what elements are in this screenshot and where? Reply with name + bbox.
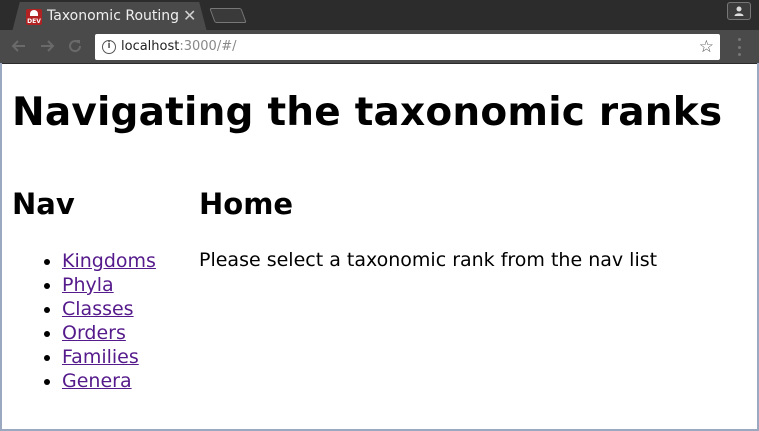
address-bar[interactable]: i localhost:3000/#/ ☆ [95,34,720,60]
profile-icon[interactable] [727,2,751,20]
forward-arrow-icon[interactable] [37,36,57,56]
nav-list: Kingdoms Phyla Classes Orders Families G… [12,249,156,393]
nav-link-families[interactable]: Families [62,346,139,368]
nav-list-item: Orders [12,321,156,345]
nav-list-item: Genera [12,369,156,393]
nav-link-genera[interactable]: Genera [62,370,132,392]
browser-titlebar: DEV Taxonomic Routing ✕ [0,0,759,32]
reload-icon[interactable] [65,36,85,56]
nav-link-classes[interactable]: Classes [62,298,134,320]
page-title: Navigating the taxonomic ranks [12,90,723,135]
close-tab-icon[interactable]: ✕ [183,7,196,25]
kebab-menu-icon[interactable] [733,38,745,56]
tab-title: Taxonomic Routing [47,8,180,24]
home-instruction-text: Please select a taxonomic rank from the … [199,249,658,271]
nav-link-phyla[interactable]: Phyla [62,274,114,296]
page-viewport: Navigating the taxonomic ranks Nav Kingd… [2,64,757,429]
back-arrow-icon[interactable] [9,36,29,56]
new-tab-button[interactable] [209,8,247,23]
dev-favicon-icon: DEV [26,9,42,25]
nav-list-item: Classes [12,297,156,321]
nav-list-item: Phyla [12,273,156,297]
info-icon[interactable]: i [102,40,116,54]
browser-tab[interactable]: DEV Taxonomic Routing ✕ [12,2,207,32]
nav-list-item: Kingdoms [12,249,156,273]
nav-link-orders[interactable]: Orders [62,322,126,344]
nav-heading: Nav [12,187,75,221]
home-heading: Home [199,187,294,221]
bookmark-star-icon[interactable]: ☆ [699,37,714,57]
nav-list-item: Families [12,345,156,369]
browser-toolbar: i localhost:3000/#/ ☆ [0,30,759,63]
nav-link-kingdoms[interactable]: Kingdoms [62,250,156,272]
url-text: localhost:3000/#/ [121,39,237,54]
